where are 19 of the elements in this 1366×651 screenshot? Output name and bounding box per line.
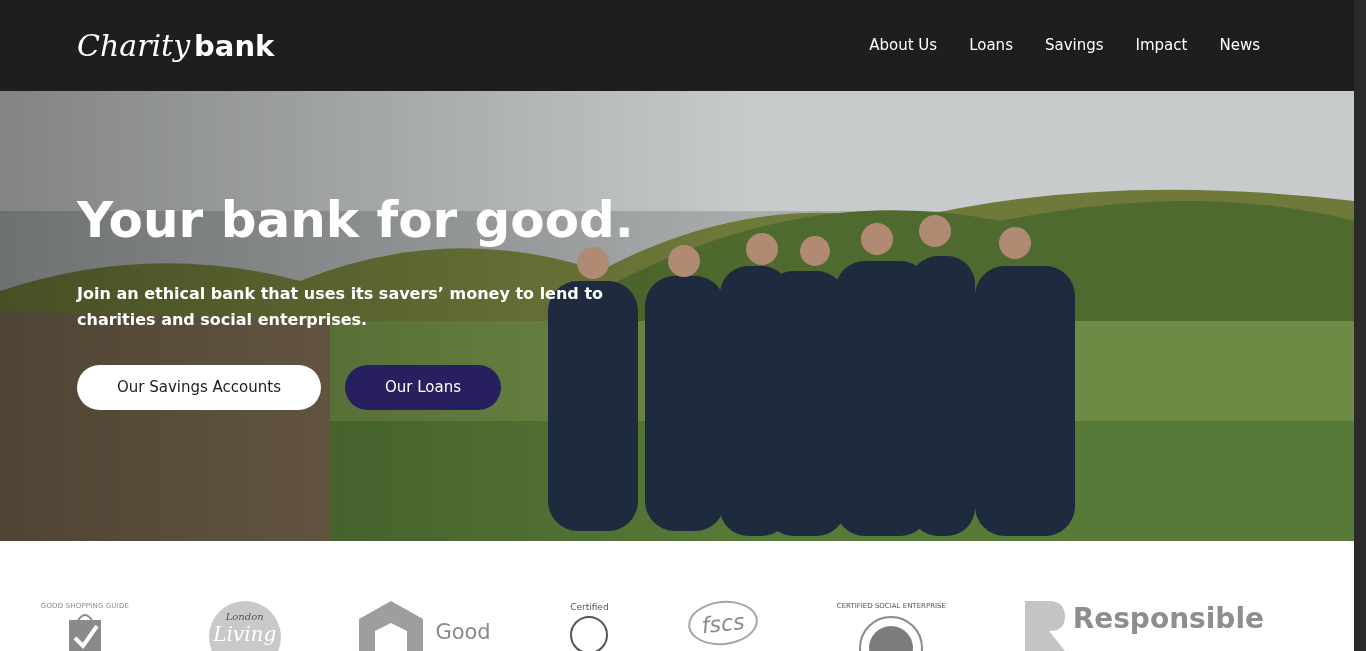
nav-link[interactable]: News [1219, 34, 1260, 57]
logo-text: Certified [570, 601, 609, 614]
nav-link[interactable]: Savings [1044, 34, 1104, 57]
scrollbar[interactable] [1354, 0, 1366, 651]
logo-text: fscs [700, 607, 747, 640]
logo-text: Good [435, 619, 491, 646]
pound-r-icon [1024, 601, 1065, 651]
hero-title: Your bank for good. [77, 195, 635, 245]
circle-letter-icon [569, 614, 610, 651]
savings-button[interactable]: Our Savings Accounts [77, 365, 321, 410]
logo-text: London [225, 610, 264, 624]
nav-link[interactable]: About Us [869, 34, 938, 57]
house-icon [359, 601, 424, 651]
nav-link[interactable]: Loans [969, 34, 1013, 57]
loans-button[interactable]: Our Loans [345, 365, 502, 410]
hero-text: Join an ethical bank that uses its savers’ money to lend to charities and social enterprises. [77, 283, 605, 331]
nav-link[interactable]: Impact [1135, 34, 1188, 57]
site-logo[interactable]: Charitybank [77, 30, 275, 61]
logo-text: Responsible [1072, 605, 1264, 633]
